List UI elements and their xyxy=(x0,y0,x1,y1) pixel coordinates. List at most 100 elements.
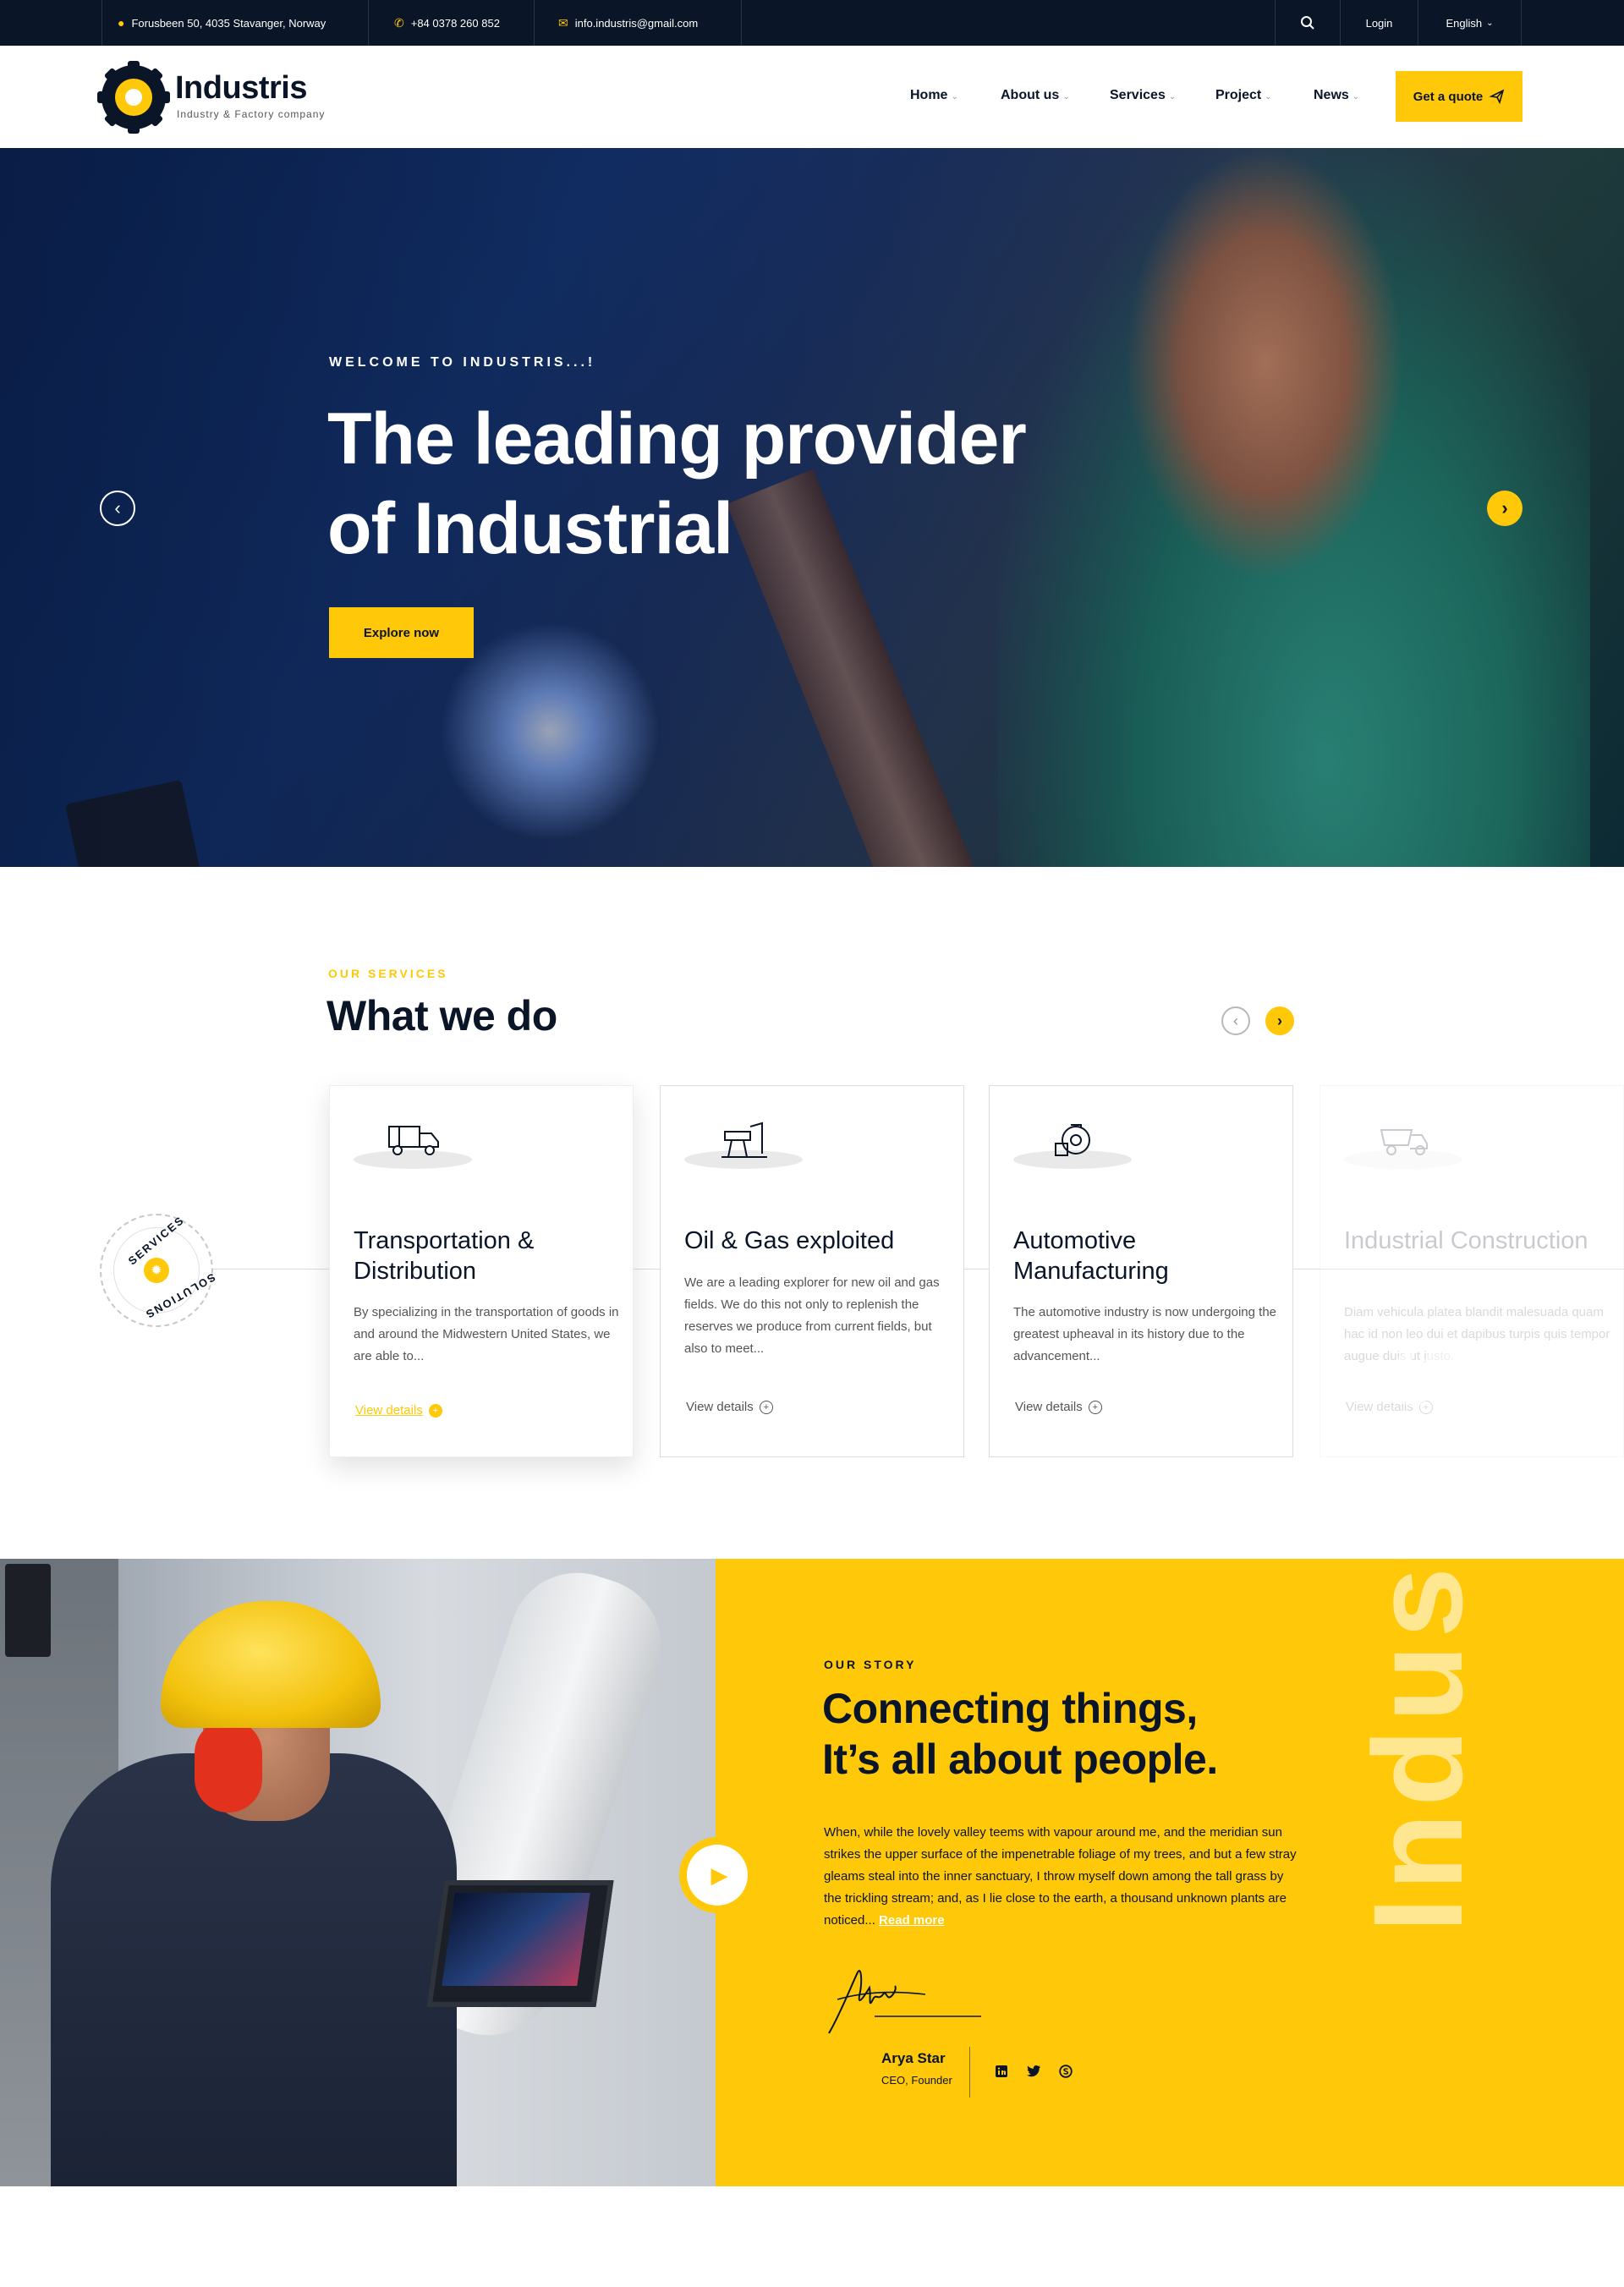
get-quote-label: Get a quote xyxy=(1413,89,1484,104)
hero-next-arrow-icon[interactable]: › xyxy=(1487,491,1522,526)
laptop-screen xyxy=(442,1893,590,1986)
story-image xyxy=(0,1559,716,2186)
view-details-label: View details xyxy=(355,1403,423,1418)
search-icon xyxy=(1301,16,1314,30)
brand-tagline: Industry & Factory company xyxy=(177,108,326,120)
address-item: ● Forusbeen 50, 4035 Stavanger, Norway xyxy=(102,0,369,46)
story-title-line1: Connecting things, xyxy=(822,1685,1198,1732)
signature-image xyxy=(828,1970,981,2034)
turbine-icon xyxy=(1055,1124,1090,1156)
hero-title-line2: of Industrial xyxy=(327,488,733,569)
nav-news-label: News xyxy=(1314,88,1349,102)
chevron-down-icon: ⌄ xyxy=(1062,92,1070,101)
phone-text: +84 0378 260 852 xyxy=(410,16,500,30)
logo-hole xyxy=(125,89,142,106)
nav-services[interactable]: Services ⌄ xyxy=(1110,88,1176,103)
nav-about-label: About us xyxy=(1001,88,1060,102)
location-pin-icon: ● xyxy=(118,16,125,30)
signal-light xyxy=(5,1564,51,1657)
story-paragraph: When, while the lovely valley teems with… xyxy=(824,1825,1297,1928)
service-text: We are a leading explorer for new oil an… xyxy=(684,1275,940,1356)
gear-logo-icon[interactable] xyxy=(97,61,170,134)
hero-eyebrow: WELCOME TO INDUSTRIS...! xyxy=(329,355,596,370)
search-button[interactable] xyxy=(1275,0,1341,46)
nav-project[interactable]: Project ⌄ xyxy=(1215,88,1272,103)
skype-icon[interactable] xyxy=(1057,2063,1074,2080)
service-text: The automotive industry is now undergoin… xyxy=(1013,1305,1277,1363)
language-label: English xyxy=(1446,16,1483,30)
nav-about[interactable]: About us ⌄ xyxy=(1001,88,1070,103)
chevron-down-icon: ⌄ xyxy=(1265,92,1272,101)
nav-home[interactable]: Home ⌄ xyxy=(910,88,958,103)
truck-icon xyxy=(388,1126,439,1155)
email-text: info.industris@gmail.com xyxy=(574,16,699,30)
service-title: Oil & Gas exploited xyxy=(684,1227,895,1254)
plus-circle-icon: + xyxy=(428,1403,442,1418)
service-card[interactable]: Automotive Manufacturing The automotive … xyxy=(989,1085,1293,1457)
view-details-link[interactable]: View details + xyxy=(355,1403,442,1418)
dump-truck-icon xyxy=(1380,1129,1428,1155)
view-details-label: View details xyxy=(686,1400,754,1414)
service-text: By specializing in the transportation of… xyxy=(354,1305,619,1363)
nav-project-label: Project xyxy=(1215,88,1262,102)
services-prev-arrow-icon[interactable]: ‹ xyxy=(1221,1006,1250,1035)
brand-name[interactable]: Industris xyxy=(175,70,307,107)
view-details-link[interactable]: View details + xyxy=(686,1400,773,1414)
login-label: Login xyxy=(1365,16,1393,30)
chevron-down-icon: ⌄ xyxy=(1486,18,1494,28)
ear-protector xyxy=(195,1719,262,1813)
service-card[interactable]: Oil & Gas exploited We are a leading exp… xyxy=(660,1085,964,1457)
nav-services-label: Services xyxy=(1110,88,1166,102)
view-details-label: View details xyxy=(1015,1400,1083,1414)
story-text: When, while the lovely valley teems with… xyxy=(824,1822,1298,1932)
service-icon-holder xyxy=(684,1122,803,1169)
play-icon: ▶ xyxy=(687,1845,748,1906)
hard-hat xyxy=(161,1601,381,1728)
address-text: Forusbeen 50, 4035 Stavanger, Norway xyxy=(131,16,326,30)
service-icon-holder xyxy=(1013,1124,1132,1169)
nav-home-label: Home xyxy=(910,88,948,102)
plus-circle-icon: + xyxy=(1088,1400,1102,1414)
chevron-down-icon: ⌄ xyxy=(951,92,958,101)
story-eyebrow: OUR STORY xyxy=(824,1658,917,1671)
paper-plane-icon xyxy=(1490,89,1505,104)
services-solutions-badge: SERVICES SOLUTIONS ✹ xyxy=(100,1214,217,1327)
service-title: Transportation & Distribution xyxy=(354,1227,535,1285)
badge-gear-icon: ✹ xyxy=(144,1258,169,1283)
mail-icon: ✉ xyxy=(558,15,568,30)
service-icon-holder xyxy=(354,1126,472,1169)
get-quote-button[interactable]: Get a quote xyxy=(1396,71,1522,122)
play-video-button[interactable]: ▶ xyxy=(679,1837,755,1913)
service-title: Industrial Construction xyxy=(1344,1227,1588,1254)
view-details-link[interactable]: View details + xyxy=(1015,1400,1102,1414)
email-item[interactable]: ✉ info.industris@gmail.com xyxy=(535,0,742,46)
background-word: Industris xyxy=(1347,1335,1489,1933)
login-link[interactable]: Login xyxy=(1341,0,1418,46)
hero-title-line1: The leading provider xyxy=(327,398,1027,480)
chevron-down-icon: ⌄ xyxy=(1352,92,1360,101)
hero-title: The leading provider of Industrial xyxy=(327,394,1089,573)
story-title-line2: It’s all about people. xyxy=(822,1736,1218,1783)
author-divider xyxy=(969,2047,970,2098)
service-title: Automotive Manufacturing xyxy=(1013,1227,1169,1285)
twitter-icon[interactable] xyxy=(1025,2063,1042,2080)
service-card[interactable]: Transportation & Distribution By special… xyxy=(329,1085,634,1457)
service-icon-holder xyxy=(1344,1128,1462,1169)
hero-prev-arrow-icon[interactable]: ‹ xyxy=(100,491,135,526)
story-title: Connecting things, It’s all about people… xyxy=(822,1683,1330,1785)
linkedin-icon[interactable] xyxy=(993,2063,1010,2080)
read-more-link[interactable]: Read more xyxy=(879,1913,945,1928)
phone-item[interactable]: ✆ +84 0378 260 852 xyxy=(369,0,535,46)
language-select[interactable]: English ⌄ xyxy=(1418,0,1522,46)
author-name: Arya Star xyxy=(881,2050,946,2066)
plus-circle-icon: + xyxy=(759,1400,773,1414)
chevron-down-icon: ⌄ xyxy=(1168,92,1177,101)
explore-now-button[interactable]: Explore now xyxy=(329,607,474,658)
nav-news[interactable]: News ⌄ xyxy=(1314,88,1359,103)
oil-pump-icon xyxy=(721,1122,767,1158)
author-role: CEO, Founder xyxy=(881,2074,952,2087)
services-next-arrow-icon[interactable]: › xyxy=(1265,1006,1294,1035)
services-title: What we do xyxy=(326,992,557,1039)
top-bar: ● Forusbeen 50, 4035 Stavanger, Norway ✆… xyxy=(0,0,1624,46)
phone-icon: ✆ xyxy=(394,15,404,30)
